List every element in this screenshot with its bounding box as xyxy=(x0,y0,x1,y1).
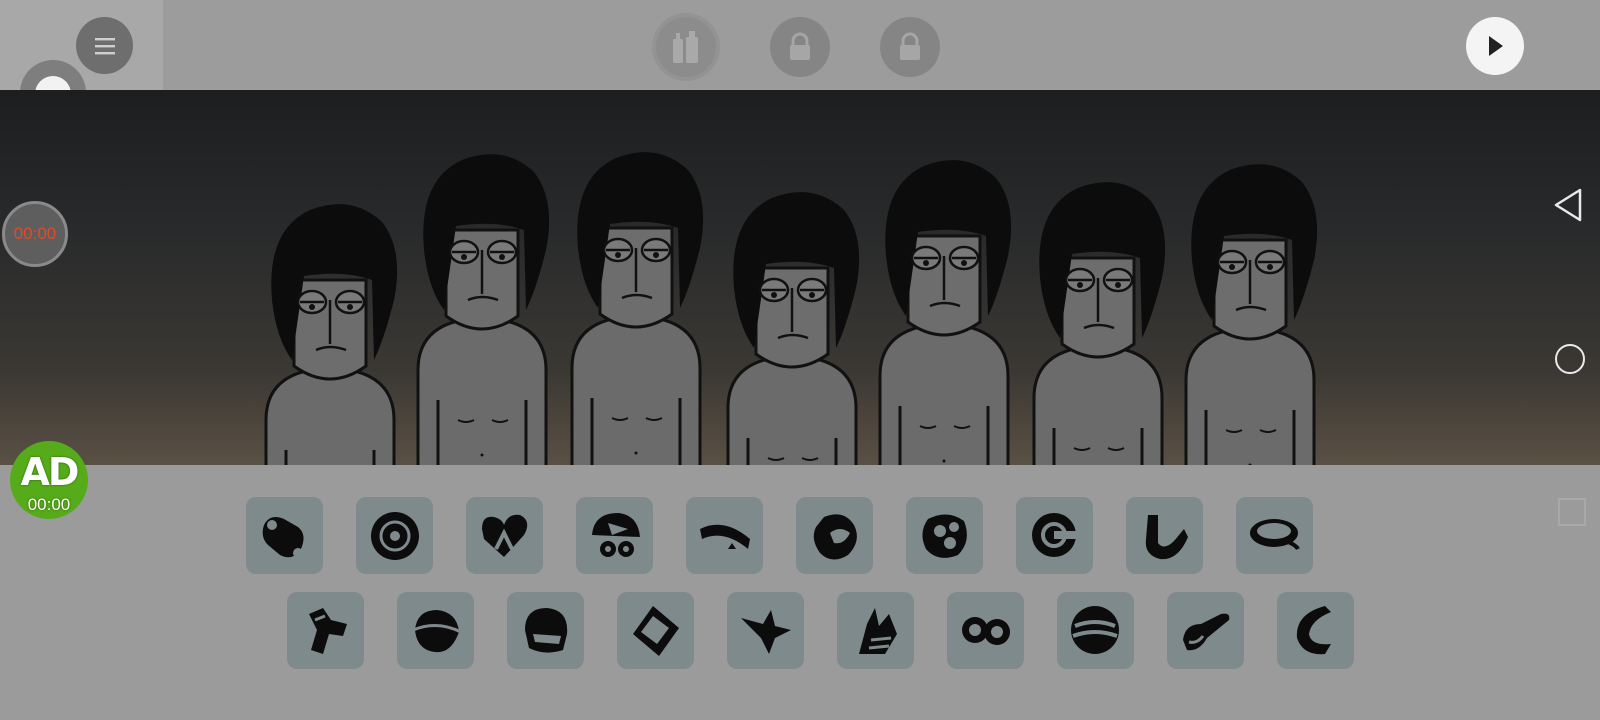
lock-icon xyxy=(790,32,810,60)
hamburger-icon xyxy=(94,37,115,54)
sound-icons-row-1 xyxy=(246,497,1346,574)
visor-icon[interactable] xyxy=(1236,497,1313,574)
ad-label: AD xyxy=(20,450,80,494)
menu-button[interactable] xyxy=(76,17,133,74)
disc-icon[interactable] xyxy=(356,497,433,574)
character-4[interactable] xyxy=(726,190,861,465)
cap-dots-icon[interactable] xyxy=(576,497,653,574)
bonus-button-bottles[interactable] xyxy=(656,17,716,77)
helmet-icon[interactable] xyxy=(397,592,474,669)
lock-icon xyxy=(900,32,920,60)
character-6[interactable] xyxy=(1032,180,1167,465)
play-icon xyxy=(1489,36,1503,56)
bonus-button-locked-1[interactable] xyxy=(770,17,830,77)
target-icon[interactable] xyxy=(1016,497,1093,574)
gloves-icon[interactable] xyxy=(837,592,914,669)
hammer-icon[interactable] xyxy=(287,592,364,669)
horn-icon[interactable] xyxy=(1167,592,1244,669)
glasses-frame-icon[interactable] xyxy=(617,592,694,669)
ad-badge[interactable]: AD 00:00 xyxy=(10,441,88,519)
bonus-button-locked-2[interactable] xyxy=(880,17,940,77)
striped-ball-icon[interactable] xyxy=(1057,592,1134,669)
film-reel-icon[interactable] xyxy=(906,497,983,574)
heart-arrow-icon[interactable] xyxy=(466,497,543,574)
crescent-icon[interactable] xyxy=(1277,592,1354,669)
back-triangle-icon[interactable] xyxy=(1552,187,1584,223)
character-7[interactable] xyxy=(1184,162,1319,465)
home-circle-icon[interactable] xyxy=(1555,344,1585,374)
character-5[interactable] xyxy=(878,158,1013,465)
character-3[interactable] xyxy=(570,150,705,465)
top-bar xyxy=(0,0,1600,90)
goggles-icon[interactable] xyxy=(947,592,1024,669)
play-button[interactable] xyxy=(1466,17,1524,75)
headband-icon[interactable] xyxy=(686,497,763,574)
character-2[interactable] xyxy=(416,152,551,465)
ad-timer: 00:00 xyxy=(27,495,71,514)
record-timer: 00:00 xyxy=(2,201,68,267)
bonus-bottles-icon xyxy=(673,31,698,63)
motorcycle-helmet-icon[interactable] xyxy=(507,592,584,669)
character-1[interactable] xyxy=(264,202,399,465)
character-lineup xyxy=(264,150,1319,465)
horseshoe-icon[interactable] xyxy=(1126,497,1203,574)
blob-icon[interactable] xyxy=(796,497,873,574)
recents-square-icon[interactable] xyxy=(1558,498,1586,526)
sound-icons-row-2 xyxy=(287,592,1387,669)
beat-icon[interactable] xyxy=(246,497,323,574)
stage xyxy=(0,90,1600,465)
mask-icon[interactable] xyxy=(727,592,804,669)
